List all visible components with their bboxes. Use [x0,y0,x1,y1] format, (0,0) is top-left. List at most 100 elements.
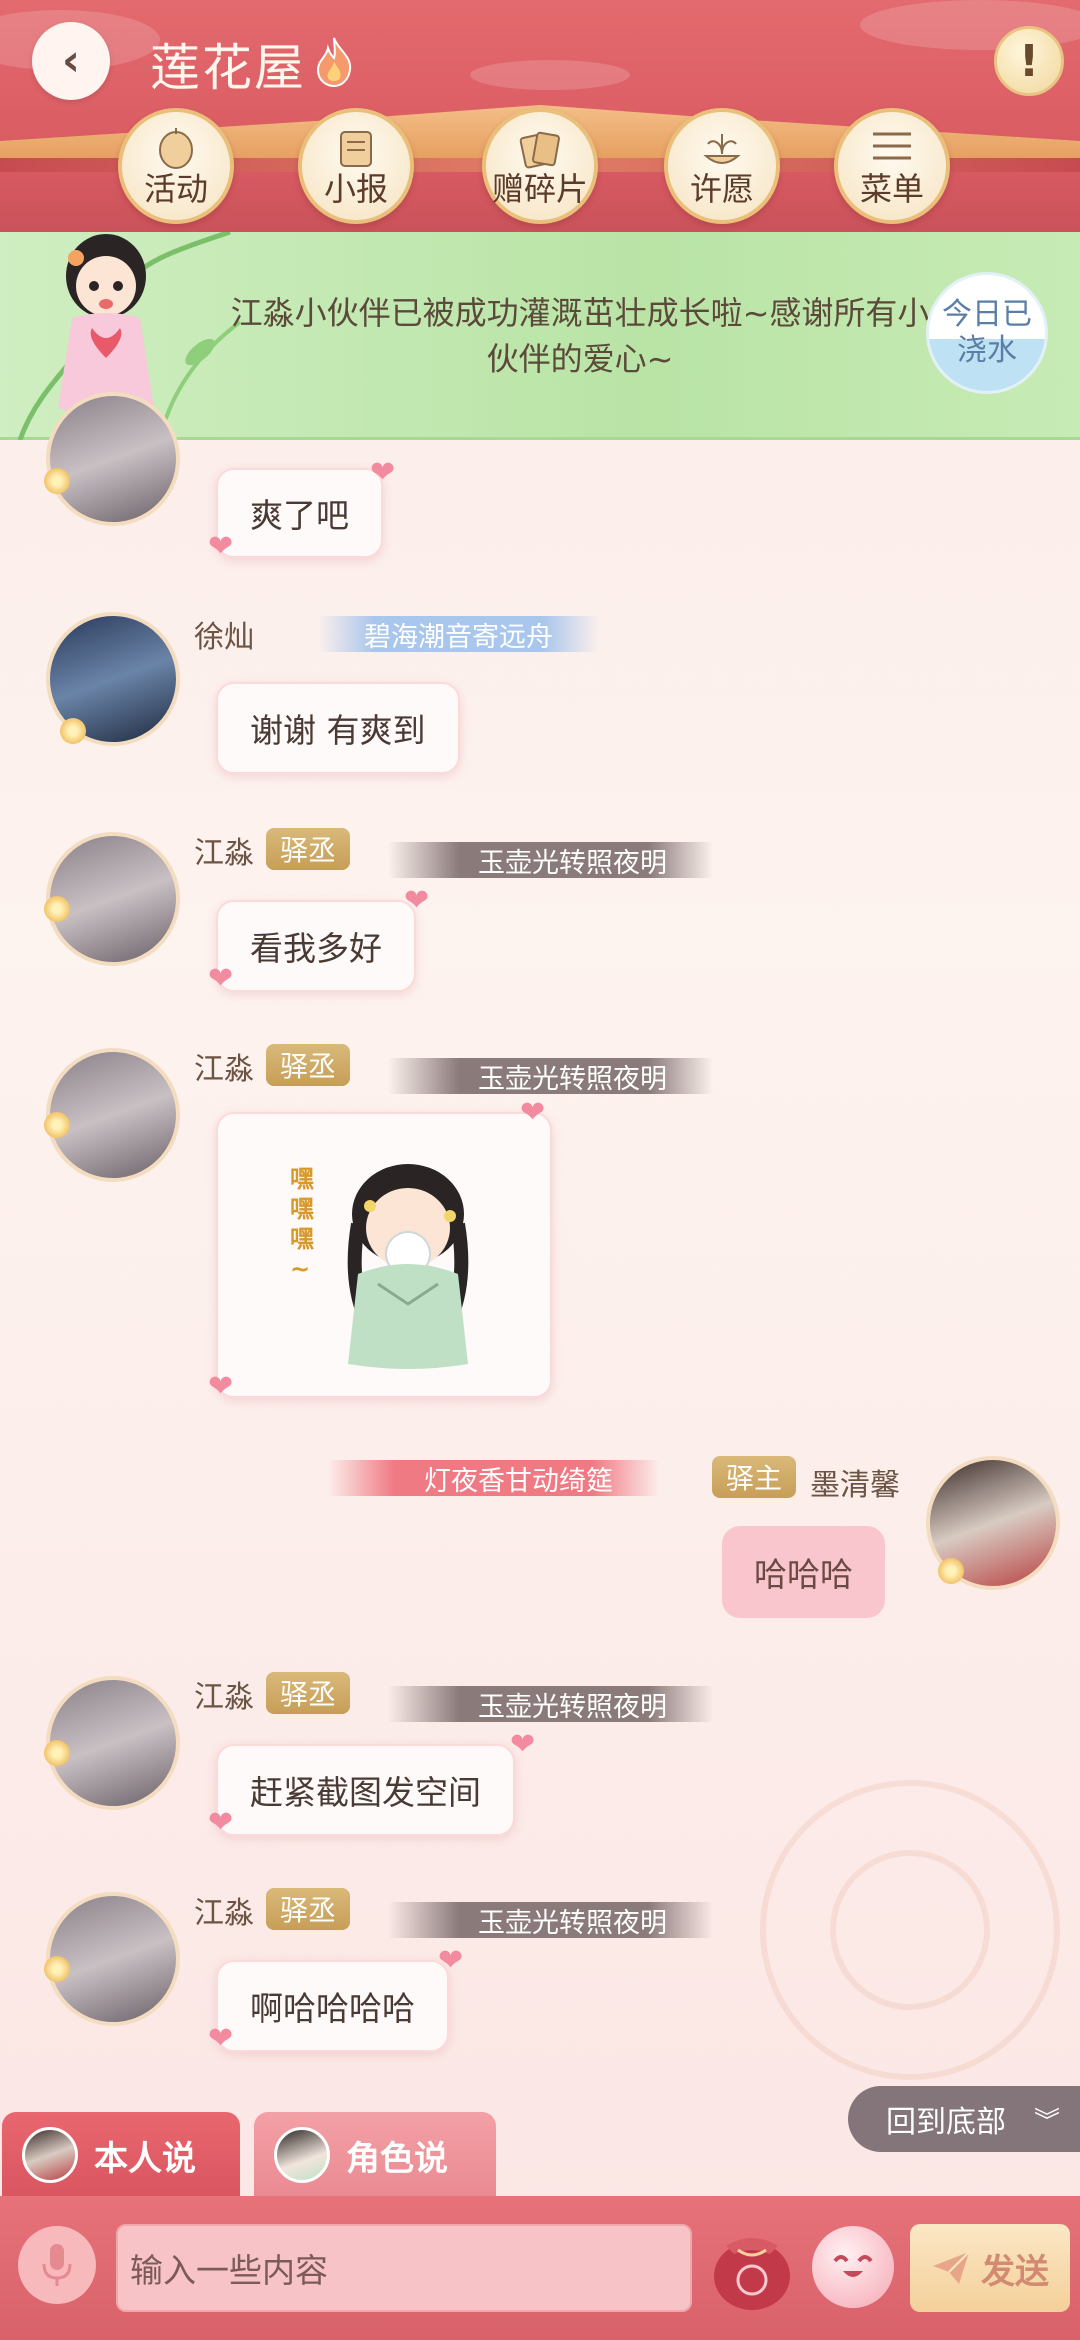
sticker-image [347,1164,469,1369]
flower-icon [42,1110,72,1140]
nav-menu-label: 菜单 [859,170,924,208]
message-bubble[interactable]: 赶紧截图发空间 [216,1744,515,1836]
rank-badge: 驿丞 [266,1044,351,1086]
message-text: 哈哈哈 [754,1555,853,1594]
title-ribbon: 玉壶光转照夜明 [388,1686,713,1723]
rank-badge-text: 驿丞 [280,1050,337,1083]
title-text: 玉壶光转照夜明 [478,1691,667,1723]
rank-badge: 驿丞 [266,1888,351,1930]
nav-gift-fragments-label: 赠碎片 [491,170,588,208]
message-text: 看我多好 [250,929,382,968]
self-message-bubble[interactable]: 哈哈哈 [722,1526,885,1618]
username: 江淼 [194,836,254,871]
send-button[interactable]: 发送 [910,2224,1070,2312]
heart-icon: ❤ [520,1095,546,1130]
flower-icon [42,1738,72,1768]
message-text: 赶紧截图发空间 [250,1773,481,1812]
input-bar: 输入一些内容 发送 [0,2196,1080,2340]
nav-news-button[interactable]: 小报 [298,108,414,224]
tab-avatar [22,2127,78,2183]
heart-icon: ❤ [208,2021,234,2056]
tab-avatar [274,2127,330,2183]
watering-banner: 江淼小伙伴已被成功灌溉茁壮成长啦~感谢所有小伙伴的爱心~ 今日已浇水 [0,232,1080,440]
message-bubble[interactable]: 谢谢 有爽到 [216,682,460,774]
rank-badge: 驿丞 [266,1672,351,1714]
username: 徐灿 [194,620,254,655]
message-text: 谢谢 有爽到 [250,711,426,750]
send-label: 发送 [981,2251,1049,2292]
title-text: 灯夜香甘动绮筵 [424,1465,613,1497]
chevron-left-icon: ‹ [61,35,81,86]
exclamation-icon: ! [1018,35,1040,87]
message-bubble[interactable]: 爽了吧 [216,468,383,558]
flower-icon [42,466,72,496]
heart-icon: ❤ [208,529,234,564]
rank-badge-text: 驿丞 [280,834,337,867]
flower-icon [936,1556,966,1586]
tab-self-speak-label: 本人说 [94,2138,196,2179]
back-button[interactable]: ‹ [32,22,110,100]
username: 江淼 [194,1052,254,1087]
message-text: 啊哈哈哈哈 [250,1989,415,2028]
title-text: 碧海潮音寄远舟 [364,621,553,653]
sticker-bubble[interactable]: 嘿嘿嘿~ [216,1112,552,1398]
username: 江淼 [194,1680,254,1715]
heart-icon: ❤ [510,1727,536,1762]
username: 墨清馨 [810,1468,900,1503]
page-title: 莲花屋 [150,39,306,97]
double-chevron-down-icon: ︾ [1034,2106,1061,2137]
nav-wish-button[interactable]: 许愿 [664,108,780,224]
title-ribbon: 碧海潮音寄远舟 [318,616,599,653]
message-text: 爽了吧 [250,496,349,535]
heart-icon: ❤ [208,961,234,996]
watered-today-button[interactable]: 今日已浇水 [926,272,1048,394]
heart-icon: ❤ [208,1805,234,1840]
nav-gift-fragments-button[interactable]: 赠碎片 [482,108,598,224]
title-text: 玉壶光转照夜明 [478,1907,667,1939]
heart-icon: ❤ [404,883,430,918]
microphone-button[interactable] [18,2226,96,2304]
heart-icon: ❤ [370,455,396,490]
heart-icon: ❤ [208,1369,234,1404]
message-bubble[interactable]: 看我多好 [216,900,416,992]
microphone-icon [42,2244,72,2286]
title-ribbon: 灯夜香甘动绮筵 [328,1460,659,1497]
nav-news-label: 小报 [323,170,388,208]
tab-role-speak[interactable]: 角色说 [254,2112,496,2198]
rank-badge: 驿主 [712,1456,797,1498]
nav-activity-label: 活动 [143,170,208,208]
heart-icon: ❤ [438,1943,464,1978]
flower-icon [42,894,72,924]
tab-role-speak-label: 角色说 [346,2138,448,2179]
nav-activity-button[interactable]: 活动 [118,108,234,224]
flower-watermark-inner [830,1850,990,2010]
emoji-button[interactable] [812,2226,894,2308]
rank-badge-text: 驿丞 [280,1894,337,1927]
rank-badge: 驿丞 [266,828,351,870]
input-placeholder: 输入一些内容 [130,2251,328,2290]
title-ribbon: 玉壶光转照夜明 [388,1902,713,1939]
fire-icon [316,37,352,88]
message-input[interactable]: 输入一些内容 [116,2224,692,2312]
nav-menu-button[interactable]: 菜单 [834,108,950,224]
back-to-bottom-label: 回到底部 [886,2105,1006,2140]
rank-badge-text: 驿丞 [280,1678,337,1711]
menu-icon [873,132,911,160]
banner-message: 江淼小伙伴已被成功灌溉茁壮成长啦~感谢所有小伙伴的爱心~ [230,294,930,378]
back-to-bottom-button[interactable]: 回到底部 ︾ [848,2086,1080,2152]
sticker-glyphs: 嘿嘿嘿~ [290,1165,314,1283]
info-button[interactable]: ! [994,26,1064,96]
flower-icon [58,716,88,746]
username: 江淼 [194,1896,254,1931]
message-bubble[interactable]: 啊哈哈哈哈 [216,1960,449,2052]
smiley-icon [833,2255,873,2277]
rank-badge-text: 驿主 [726,1462,783,1495]
avatar[interactable] [46,392,180,526]
title-ribbon: 玉壶光转照夜明 [388,842,713,879]
title-text: 玉壶光转照夜明 [478,1063,667,1095]
header: ‹ 莲花屋 ! 活动 小报 赠碎片 许愿 菜单 [0,0,1080,235]
pouch-icon[interactable] [708,2220,796,2312]
nav-wish-label: 许愿 [689,170,754,208]
tab-self-speak[interactable]: 本人说 [2,2112,240,2198]
watered-today-label: 今日已浇水 [942,297,1032,368]
